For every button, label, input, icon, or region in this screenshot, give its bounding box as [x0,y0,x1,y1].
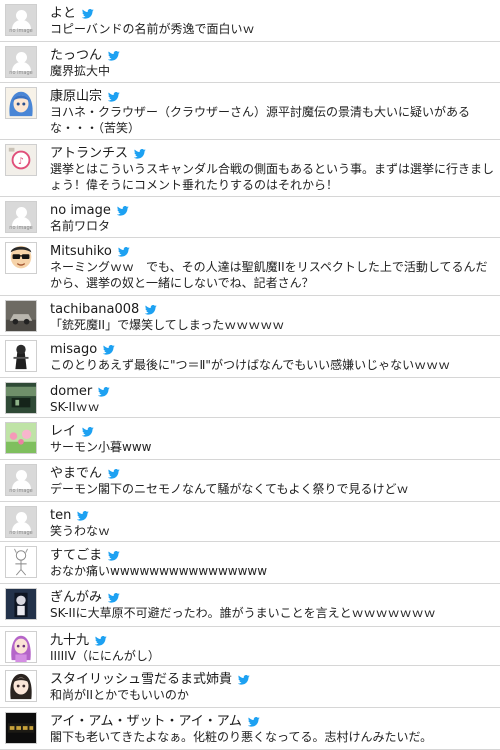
twitter-bird-icon[interactable] [89,629,107,648]
svg-text:♪: ♪ [18,156,24,167]
comment-row: no image やまでん デーモン閣下のニセモノなんて騒がなくてもよく祭りで見るけ… [0,460,500,502]
comment-text: おなか痛いwwwwwwwwwwwwwwww [50,564,268,578]
comment-text: ネーミングｗｗ でも、その人達は聖飢魔IIをリスペクトした上で活動してるんだから… [50,260,488,290]
twitter-bird-icon[interactable] [242,710,260,729]
avatar[interactable] [5,670,37,702]
comment-text: 「銃死魔II」で爆笑してしまったｗｗｗｗｗ [50,318,285,332]
avatar[interactable] [5,588,37,620]
comment-row: すてごま おなか痛いwwwwwwwwwwwwwwww [0,542,500,584]
comment-row: 康原山宗 ヨハネ・クラウザー（クラウザーさん）源平討魔伝の景清も大いに疑いがあるな… [0,83,500,140]
twitter-bird-icon[interactable] [92,380,111,399]
comment-text: 名前ワロタ [50,219,111,233]
comment-row: no image ten 笑うわなｗ [0,502,500,542]
avatar[interactable] [5,300,37,332]
username[interactable]: 康原山宗 [50,89,102,104]
avatar[interactable] [5,712,37,744]
twitter-bird-icon[interactable] [102,85,120,104]
twitter-bird-icon[interactable] [111,199,129,218]
avatar[interactable]: no image [5,4,37,36]
comment-text: 魔界拡大中 [50,64,111,78]
comment-row: no image たっつん 魔界拡大中 [0,42,500,83]
twitter-bird-icon[interactable] [112,240,130,259]
avatar[interactable] [5,242,37,274]
username[interactable]: ぎんがみ [50,590,102,605]
avatar-caption: no image [9,488,33,494]
avatar[interactable]: no image [5,46,37,78]
twitter-bird-icon[interactable] [232,668,250,687]
comment-text: 笑うわなｗ [50,524,111,538]
avatar[interactable] [5,546,37,578]
comment-row: スタイリッシュ雪だるま式姉貴 和尚がIIとかでもいいのか [0,666,500,708]
comment-row: ぎんがみ SK-IIに大草原不可避だったわ。誰がうまいことを言えとｗｗｗｗｗｗｗ [0,584,500,627]
avatar-caption: no image [9,70,33,76]
avatar[interactable] [5,340,37,372]
twitter-bird-icon[interactable] [139,298,158,317]
username[interactable]: no image [50,203,111,218]
comment-text: SK-IIに大草原不可避だったわ。誰がうまいことを言えとｗｗｗｗｗｗｗ [50,606,436,620]
comment-text: 閣下も老いてきたよなぁ。化粧のり悪くなってる。志村けんみたいだ。 [50,730,433,744]
avatar[interactable]: no image [5,506,37,538]
twitter-bird-icon[interactable] [76,420,94,439]
comment-row: Mitsuhiko ネーミングｗｗ でも、その人達は聖飢魔IIをリスペクトした上で… [0,238,500,296]
twitter-bird-icon[interactable] [102,462,120,481]
twitter-bird-icon[interactable] [97,338,116,357]
username[interactable]: tachibana008 [50,302,139,317]
username[interactable]: よと [50,6,76,21]
comment-text: コピーバンドの名前が秀逸で面白いｗ [50,22,255,36]
username[interactable]: やまでん [50,466,102,481]
avatar-caption: no image [9,225,33,231]
comment-text: このとりあえず最後に"つ＝Ⅱ"がつけばなんでもいい感嫌いじゃないｗｗｗ [50,358,451,372]
username[interactable]: Mitsuhiko [50,244,112,259]
username[interactable]: 九十九 [50,633,89,648]
comment-text: IIIIIV（ににんがし） [50,649,160,663]
comment-row: レイ サーモン小暮www [0,418,500,460]
username[interactable]: misago [50,342,97,357]
avatar[interactable]: no image [5,201,37,233]
twitter-bird-icon[interactable] [102,44,120,63]
username[interactable]: アイ・アム・ザット・アイ・アム [50,714,242,729]
comment-row: tachibana008 「銃死魔II」で爆笑してしまったｗｗｗｗｗ [0,296,500,336]
comment-text: ヨハネ・クラウザー（クラウザーさん）源平討魔伝の景清も大いに疑いがあるな・・・（… [50,105,471,135]
comment-row: 九十九 IIIIIV（ににんがし） [0,627,500,666]
username[interactable]: たっつん [50,48,102,63]
avatar[interactable] [5,87,37,119]
twitter-bird-icon[interactable] [128,142,146,161]
twitter-bird-icon[interactable] [102,544,120,563]
avatar[interactable] [5,631,37,663]
username[interactable]: スタイリッシュ雪だるま式姉貴 [50,672,232,687]
avatar-caption: no image [9,28,33,34]
comment-row: no image よと コピーバンドの名前が秀逸で面白いｗ [0,0,500,42]
comment-feed: no image よと コピーバンドの名前が秀逸で面白いｗ no image たっつん魔… [0,0,500,750]
comment-text: サーモン小暮www [50,440,152,454]
username[interactable]: すてごま [50,548,102,563]
comment-text: 和尚がIIとかでもいいのか [50,688,189,702]
comment-text: 選挙とはこういうスキャンダル合戦の側面もあるという事。まずは選挙に行きましょう！… [50,162,495,192]
comment-row: no image no image 名前ワロタ [0,197,500,238]
comment-row: misago このとりあえず最後に"つ＝Ⅱ"がつけばなんでもいい感嫌いじゃないｗｗ… [0,336,500,378]
avatar[interactable]: no image [5,464,37,496]
twitter-bird-icon[interactable] [102,586,120,605]
avatar[interactable]: ♪ [5,144,37,176]
comment-row: ♪ アトランチス 選挙とはこういうスキャンダル合戦の側面もあるという事。まずは選挙に… [0,140,500,197]
comment-text: SK-IIｗｗ [50,400,100,414]
avatar-caption: no image [9,530,33,536]
avatar[interactable] [5,382,37,414]
avatar[interactable] [5,422,37,454]
username[interactable]: レイ [50,424,76,439]
username[interactable]: アトランチス [50,146,128,161]
twitter-bird-icon[interactable] [76,2,94,21]
comment-row: domer SK-IIｗｗ [0,378,500,418]
comment-row: アイ・アム・ザット・アイ・アム 閣下も老いてきたよなぁ。化粧のり悪くなってる。志村… [0,708,500,750]
comment-text: デーモン閣下のニセモノなんて騒がなくてもよく祭りで見るけどｗ [50,482,409,496]
twitter-bird-icon[interactable] [71,504,90,523]
username[interactable]: ten [50,508,71,523]
username[interactable]: domer [50,384,92,399]
